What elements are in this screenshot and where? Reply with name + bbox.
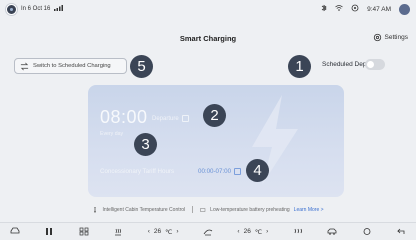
car-icon[interactable] [327, 227, 337, 236]
right-temp-unit: ℃ [254, 228, 263, 236]
badge-3: 3 [134, 133, 157, 156]
charging-schedule-card: 08:00 Departure Every day Concessionary … [88, 85, 344, 197]
switch-to-scheduled-charging-button[interactable]: Switch to Scheduled Charging [14, 58, 127, 74]
departure-label: Departure [152, 115, 179, 122]
offpeak-label: Concessionary Tariff Hours [100, 168, 175, 175]
settings-button[interactable]: Settings [373, 33, 409, 42]
settings-label: Settings [384, 34, 409, 41]
right-temp-decrease[interactable]: ‹ [237, 228, 239, 235]
bluetooth-icon [321, 4, 327, 14]
media-icon[interactable] [44, 227, 54, 236]
switch-button-label: Switch to Scheduled Charging [33, 63, 111, 69]
badge-1: 1 [288, 55, 311, 78]
left-temp-unit: ℃ [165, 228, 173, 236]
cabin-temp-text: Intelligent Cabin Temperature Control [102, 206, 186, 213]
user-avatar-icon[interactable] [6, 3, 17, 15]
learn-more-link[interactable]: Learn More > [294, 207, 324, 213]
offpeak-range: 00:00-07:00 [198, 168, 232, 175]
apps-grid-icon[interactable] [79, 227, 89, 236]
feature-info-bar: Intelligent Cabin Temperature Control Lo… [0, 206, 416, 213]
assistant-avatar-icon[interactable] [399, 3, 410, 15]
left-temp-decrease[interactable]: ‹ [148, 228, 150, 235]
battery-icon [200, 207, 206, 212]
departure-row: Departure [152, 115, 189, 122]
scheduled-departure-toggle[interactable] [365, 59, 385, 70]
signal-icon [54, 5, 64, 13]
home-icon[interactable] [362, 227, 372, 236]
right-temp-value: 26 [243, 228, 251, 235]
battery-preheat-text: Low-temperature battery preheating [210, 206, 290, 213]
divider [192, 206, 194, 213]
repeat-label: Every day [100, 131, 124, 137]
clock-time: 9:47 AM [367, 5, 391, 13]
badge-5: 5 [130, 55, 153, 78]
seat-heat-icon[interactable] [113, 227, 123, 236]
left-temp-value: 26 [153, 228, 162, 235]
fan-icon[interactable] [203, 227, 213, 236]
status-bar: In 6 Oct 16 9:47 AM [0, 0, 416, 18]
back-icon[interactable] [396, 227, 406, 236]
car-front-icon[interactable] [10, 227, 20, 236]
badge-2: 2 [203, 104, 226, 127]
left-temp-control[interactable]: ‹ 26 ℃ › [148, 228, 179, 236]
swap-icon [20, 62, 29, 70]
status-left-text: In 6 Oct 16 [21, 6, 51, 12]
left-temp-increase[interactable]: › [176, 228, 178, 235]
rear-defrost-icon[interactable] [293, 227, 303, 236]
wifi-icon [335, 5, 343, 13]
edit-offpeak-icon[interactable] [234, 168, 242, 175]
thermometer-icon [94, 206, 97, 213]
hotspot-icon [351, 4, 359, 14]
departure-time[interactable]: 08:00 [100, 107, 148, 128]
right-temp-control[interactable]: ‹ 26 ℃ › [237, 228, 268, 236]
right-temp-increase[interactable]: › [266, 228, 268, 235]
edit-departure-icon[interactable] [181, 115, 189, 122]
badge-4: 4 [246, 159, 269, 182]
gear-icon [373, 33, 381, 42]
offpeak-range-row[interactable]: 00:00-07:00 [198, 168, 242, 175]
page-header: Smart Charging [0, 30, 416, 46]
page-title: Smart Charging [179, 33, 237, 43]
bottom-dock: ‹ 26 ℃ › ‹ 26 ℃ › [0, 222, 416, 240]
